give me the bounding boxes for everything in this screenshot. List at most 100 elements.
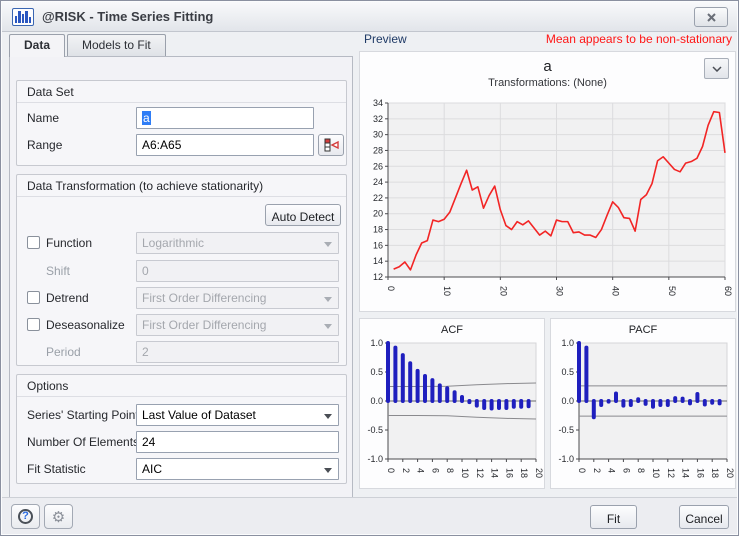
deseasonalize-checkbox[interactable] — [27, 318, 40, 331]
svg-text:18: 18 — [519, 468, 529, 478]
svg-text:0.0: 0.0 — [561, 396, 574, 406]
svg-text:26: 26 — [373, 161, 383, 171]
svg-text:8: 8 — [636, 468, 646, 473]
cell-selector-icon — [324, 138, 339, 152]
svg-text:10: 10 — [651, 468, 661, 478]
title-bar: @RISK - Time Series Fitting — [2, 2, 737, 32]
svg-text:-0.5: -0.5 — [558, 425, 574, 435]
deseasonalize-label: Deseasonalize — [46, 318, 125, 332]
svg-text:0.5: 0.5 — [370, 367, 383, 377]
svg-text:12: 12 — [666, 468, 676, 478]
svg-text:14: 14 — [373, 256, 383, 266]
svg-text:18: 18 — [373, 225, 383, 235]
options-header: Options — [17, 375, 346, 397]
pacf-card: PACF 1.00.50.0-0.5-1.002468101214161820 — [550, 318, 736, 489]
range-picker-button[interactable] — [318, 134, 344, 156]
data-transformation-group: Data Transformation (to achieve stationa… — [16, 174, 347, 366]
range-label: Range — [27, 138, 62, 152]
range-input[interactable]: A6:A65 — [136, 134, 314, 156]
fit-statistic-label: Fit Statistic — [27, 462, 86, 476]
period-label: Period — [46, 345, 81, 359]
chevron-down-icon — [324, 324, 332, 329]
svg-text:50: 50 — [667, 286, 677, 296]
tab-models-to-fit[interactable]: Models to Fit — [67, 34, 166, 56]
stationarity-warning: Mean appears to be non-stationary — [546, 32, 732, 46]
data-set-group: Data Set Name a Range A6:A65 — [16, 80, 347, 166]
number-of-elements-input[interactable]: 24 — [136, 431, 339, 453]
tab-data[interactable]: Data — [9, 34, 65, 57]
svg-text:10: 10 — [460, 468, 470, 478]
detrend-checkbox[interactable] — [27, 291, 40, 304]
chart-title: a — [360, 58, 735, 75]
svg-text:16: 16 — [373, 240, 383, 250]
pacf-title: PACF — [551, 324, 735, 336]
time-series-plot: 1214161820222426283032340102030405060 — [362, 99, 733, 309]
svg-text:-1.0: -1.0 — [367, 454, 383, 464]
function-checkbox[interactable] — [27, 236, 40, 249]
detrend-dropdown[interactable]: First Order Differencing — [136, 287, 339, 309]
svg-text:20: 20 — [534, 468, 544, 478]
svg-text:8: 8 — [445, 468, 455, 473]
chevron-down-icon — [324, 468, 332, 473]
chevron-down-icon — [324, 297, 332, 302]
options-group: Options Series' Starting Point Last Valu… — [16, 374, 347, 484]
detrend-label: Detrend — [46, 291, 89, 305]
chevron-down-icon — [324, 242, 332, 247]
starting-point-dropdown[interactable]: Last Value of Dataset — [136, 404, 339, 426]
pacf-plot: 1.00.50.0-0.5-1.002468101214161820 — [553, 339, 735, 487]
svg-text:22: 22 — [373, 193, 383, 203]
name-input[interactable]: a — [136, 107, 314, 129]
window-title: @RISK - Time Series Fitting — [42, 9, 213, 24]
preview-options-button[interactable] — [704, 58, 729, 79]
svg-text:0: 0 — [386, 468, 396, 473]
function-label: Function — [46, 236, 92, 250]
svg-text:2: 2 — [592, 468, 602, 473]
svg-text:12: 12 — [373, 272, 383, 282]
cancel-button[interactable]: Cancel — [679, 505, 729, 529]
svg-text:40: 40 — [611, 286, 621, 296]
svg-text:30: 30 — [555, 286, 565, 296]
svg-text:0: 0 — [386, 286, 396, 291]
close-button[interactable] — [694, 7, 728, 27]
svg-text:6: 6 — [430, 468, 440, 473]
svg-text:-0.5: -0.5 — [367, 425, 383, 435]
deseasonalize-dropdown[interactable]: First Order Differencing — [136, 314, 339, 336]
auto-detect-button[interactable]: Auto Detect — [265, 204, 341, 226]
close-icon — [707, 13, 716, 22]
help-button[interactable]: ? — [11, 504, 40, 529]
data-set-header: Data Set — [17, 81, 346, 103]
svg-text:2: 2 — [401, 468, 411, 473]
risk-bar-chart-icon — [12, 8, 34, 26]
main-chart-card: a Transformations: (None) 12 14 16 18 20 22 24… — [359, 51, 736, 312]
svg-text:1.0: 1.0 — [561, 339, 574, 348]
svg-text:32: 32 — [373, 114, 383, 124]
data-transformation-header: Data Transformation (to achieve stationa… — [17, 175, 346, 197]
svg-text:4: 4 — [416, 468, 426, 473]
svg-text:0.5: 0.5 — [561, 367, 574, 377]
chevron-down-icon — [712, 66, 722, 72]
tab-strip: Data Models to Fit — [9, 34, 168, 56]
svg-text:16: 16 — [695, 468, 705, 478]
period-input[interactable]: 2 — [136, 341, 339, 363]
svg-text:24: 24 — [373, 177, 383, 187]
fit-statistic-dropdown[interactable]: AIC — [136, 458, 339, 480]
chart-subtitle: Transformations: (None) — [360, 77, 735, 89]
svg-text:14: 14 — [681, 468, 691, 478]
fit-button[interactable]: Fit — [590, 505, 637, 529]
acf-card: ACF 1.00.50.0-0.5-1.002468101214161820 — [359, 318, 545, 489]
svg-text:34: 34 — [373, 99, 383, 108]
svg-text:1.0: 1.0 — [370, 339, 383, 348]
shift-input[interactable]: 0 — [136, 260, 339, 282]
acf-plot: 1.00.50.0-0.5-1.002468101214161820 — [362, 339, 544, 487]
svg-text:30: 30 — [373, 130, 383, 140]
number-of-elements-label: Number Of Elements — [27, 435, 139, 449]
shift-label: Shift — [46, 264, 70, 278]
settings-button[interactable]: ⚙ — [44, 504, 73, 529]
svg-text:60: 60 — [723, 286, 733, 296]
svg-text:14: 14 — [490, 468, 500, 478]
svg-text:16: 16 — [504, 468, 514, 478]
function-dropdown[interactable]: Logarithmic — [136, 232, 339, 254]
chevron-down-icon — [324, 414, 332, 419]
svg-text:18: 18 — [710, 468, 720, 478]
svg-text:20: 20 — [373, 209, 383, 219]
